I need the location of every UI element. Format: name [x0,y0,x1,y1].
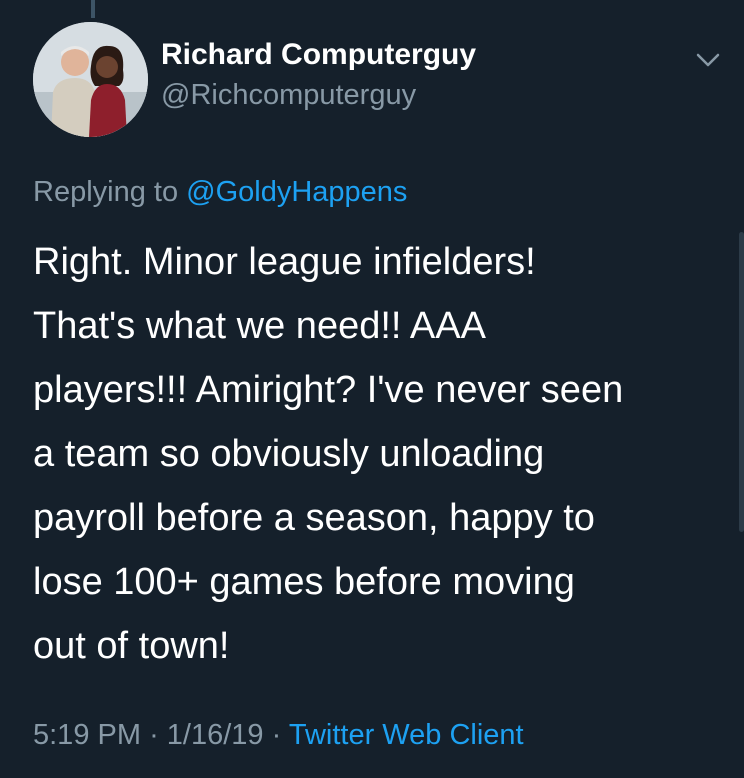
author-display-name[interactable]: Richard Computerguy [161,35,476,75]
replying-to: Replying to @GoldyHappens [33,172,407,212]
tweet-date[interactable]: 1/16/19 [167,719,264,751]
author-handle[interactable]: @Richcomputerguy [161,75,476,115]
meta-separator: · [271,719,282,751]
tweet-line: players!!! Amiright? I've never seen [33,369,624,411]
meta-separator: · [149,719,159,751]
avatar[interactable] [33,22,148,137]
tweet-time[interactable]: 5:19 PM [33,719,141,751]
tweet-line: lose 100+ games before moving [33,561,575,603]
tweet-text: Right. Minor league infielders! That's w… [33,230,733,678]
tweet-client-link[interactable]: Twitter Web Client [289,719,524,751]
author-header: Richard Computerguy @Richcomputerguy [161,35,476,115]
avatar-photo [33,22,148,137]
tweet-line: payroll before a season, happy to [33,497,595,539]
replying-to-label: Replying to [33,176,179,208]
tweet-line: That's what we need!! AAA [33,305,486,347]
tweet-line: a team so obviously unloading [33,433,545,475]
tweet-line: Right. Minor league infielders! [33,241,536,283]
reply-mention-link[interactable]: @GoldyHappens [186,176,407,208]
chevron-down-icon[interactable] [694,50,722,70]
thread-connector-line [91,0,95,18]
tweet-meta: 5:19 PM · 1/16/19 · Twitter Web Client [33,715,524,755]
tweet-line: out of town! [33,625,230,667]
scrollbar[interactable] [739,232,744,532]
